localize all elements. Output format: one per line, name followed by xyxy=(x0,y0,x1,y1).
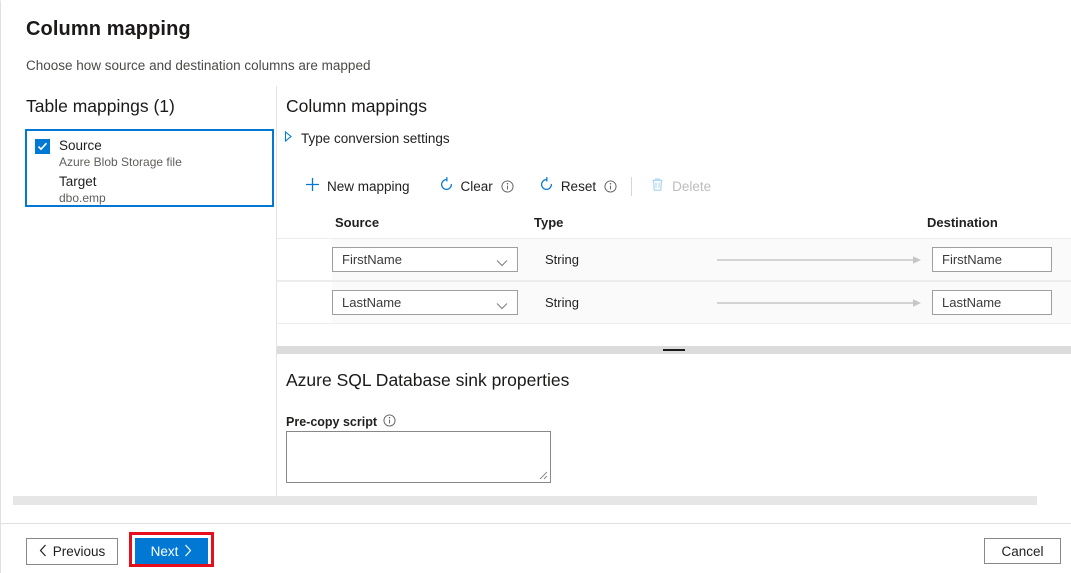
column-header-source: Source xyxy=(335,215,379,230)
new-mapping-button[interactable]: New mapping xyxy=(299,174,416,198)
column-mapping-page: Column mapping Choose how source and des… xyxy=(0,0,1071,573)
precopy-script-input[interactable] xyxy=(286,431,551,483)
table-header-row: Source Type Destination xyxy=(277,206,1071,238)
cancel-label: Cancel xyxy=(1001,544,1043,559)
trash-icon xyxy=(650,177,665,195)
column-header-destination: Destination xyxy=(927,215,998,230)
page-subtitle: Choose how source and destination column… xyxy=(26,58,370,73)
precopy-script-label: Pre-copy script xyxy=(286,414,396,430)
horizontal-scrollbar[interactable] xyxy=(13,496,1037,505)
pane-splitter[interactable] xyxy=(277,346,1071,354)
cancel-button[interactable]: Cancel xyxy=(984,538,1061,564)
info-icon[interactable] xyxy=(383,414,396,430)
refresh-icon xyxy=(439,177,454,195)
column-header-type: Type xyxy=(534,215,563,230)
reset-label: Reset xyxy=(561,179,596,194)
card-source-value: Azure Blob Storage file xyxy=(59,154,272,171)
row-select-cell[interactable] xyxy=(277,282,332,323)
triangle-right-icon xyxy=(284,129,293,147)
precopy-script-label-text: Pre-copy script xyxy=(286,415,377,429)
sink-properties-heading: Azure SQL Database sink properties xyxy=(286,370,569,391)
table-row: LastName String LastName xyxy=(277,281,1071,324)
delete-label: Delete xyxy=(672,179,711,194)
table-row: FirstName String FirstName xyxy=(277,238,1071,281)
table-mappings-heading: Table mappings (1) xyxy=(26,96,175,117)
row-select-cell[interactable] xyxy=(277,239,332,280)
page-title: Column mapping xyxy=(26,18,191,41)
destination-column-value: FirstName xyxy=(942,252,1002,267)
column-mappings-toolbar: New mapping Clear xyxy=(299,173,717,199)
next-button-highlight xyxy=(129,532,214,567)
chevron-down-icon xyxy=(496,256,508,271)
new-mapping-label: New mapping xyxy=(327,179,410,194)
clear-label: Clear xyxy=(461,179,493,194)
previous-label: Previous xyxy=(53,544,106,559)
type-conversion-settings-expander[interactable]: Type conversion settings xyxy=(284,129,450,147)
mapping-arrow xyxy=(717,282,923,323)
type-conversion-settings-label: Type conversion settings xyxy=(301,131,450,146)
refresh-icon xyxy=(539,177,554,195)
destination-column-field[interactable]: FirstName xyxy=(932,247,1052,272)
source-column-dropdown[interactable]: FirstName xyxy=(332,247,518,272)
chevron-down-icon xyxy=(496,299,508,314)
clear-button[interactable]: Clear xyxy=(433,174,499,198)
card-target-value: dbo.emp xyxy=(59,190,272,207)
reset-info-icon[interactable] xyxy=(602,178,619,195)
type-value: String xyxy=(545,252,579,267)
card-source-label: Source xyxy=(59,137,272,154)
chevron-left-icon xyxy=(39,544,47,560)
source-column-value: LastName xyxy=(342,295,401,310)
table-mapping-checkbox[interactable] xyxy=(35,139,50,154)
column-mappings-pane: Column mappings Type conversion settings… xyxy=(277,86,1071,496)
type-value: String xyxy=(545,295,579,310)
mapping-arrow xyxy=(717,239,923,280)
column-mappings-table: Source Type Destination FirstName String xyxy=(277,206,1071,311)
table-mapping-card[interactable]: Source Azure Blob Storage file Target db… xyxy=(25,129,274,207)
source-column-dropdown[interactable]: LastName xyxy=(332,290,518,315)
splitter-grip-icon xyxy=(663,349,685,351)
source-column-value: FirstName xyxy=(342,252,402,267)
column-mappings-heading: Column mappings xyxy=(286,96,427,117)
clear-info-icon[interactable] xyxy=(499,178,516,195)
reset-button[interactable]: Reset xyxy=(533,174,602,198)
previous-button[interactable]: Previous xyxy=(26,538,118,565)
card-target-label: Target xyxy=(59,173,272,190)
toolbar-separator xyxy=(631,177,632,196)
delete-button[interactable]: Delete xyxy=(644,174,717,198)
table-mappings-pane: Table mappings (1) Source Azure Blob Sto… xyxy=(1,86,276,496)
destination-column-value: LastName xyxy=(942,295,1001,310)
destination-column-field[interactable]: LastName xyxy=(932,290,1052,315)
plus-icon xyxy=(305,177,320,195)
